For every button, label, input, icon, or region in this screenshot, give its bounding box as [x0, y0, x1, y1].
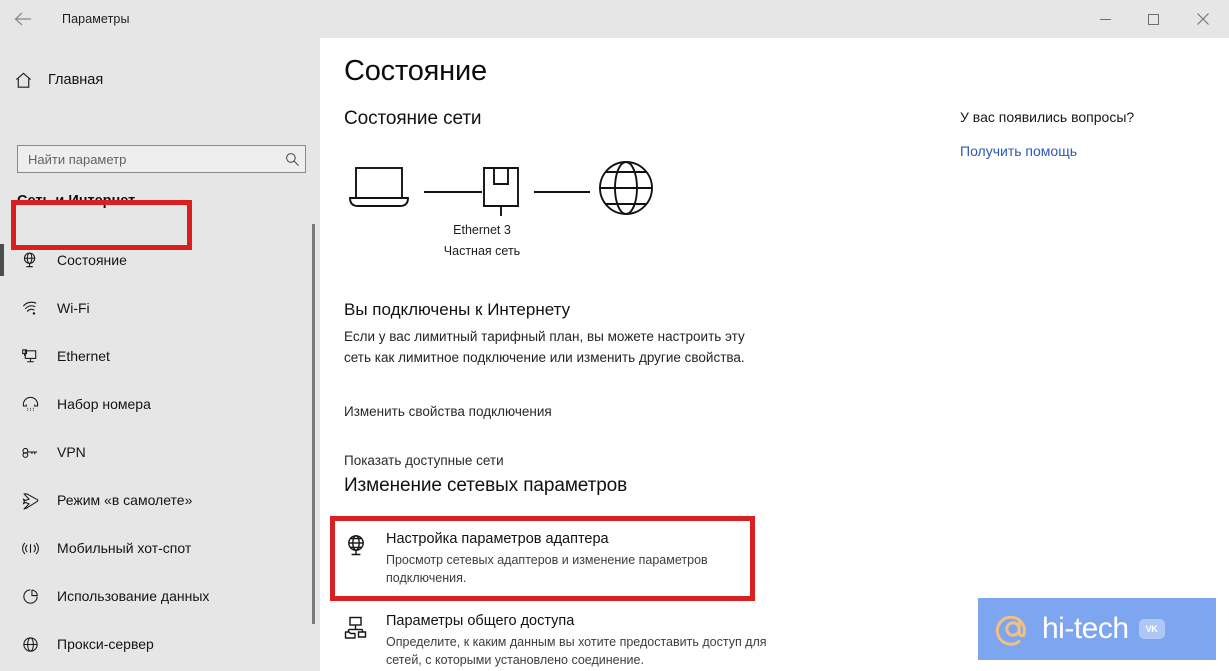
sidebar-item-mobile-hotspot[interactable]: Мобильный хот-спот [0, 524, 320, 572]
minimize-button[interactable] [1081, 0, 1129, 38]
dialup-phone-icon [14, 395, 46, 414]
main-content: Состояние Состояние сети Ethernet 3 Част… [320, 38, 1229, 671]
page-title: Состояние [344, 55, 487, 87]
wifi-icon [14, 299, 46, 318]
network-type-label: Частная сеть [443, 244, 521, 258]
hotspot-icon [14, 539, 46, 558]
sidebar-scrollbar[interactable] [312, 224, 315, 624]
option-subtitle: Просмотр сетевых адаптеров и изменение п… [386, 553, 708, 585]
sidebar-item-label: Wi-Fi [57, 300, 90, 316]
close-button[interactable] [1177, 0, 1229, 38]
adapter-settings-option[interactable]: Настройка параметров адаптера Просмотр с… [344, 529, 784, 587]
title-bar-left: Параметры [0, 0, 130, 38]
back-button[interactable] [0, 0, 46, 38]
sidebar-item-airplane-mode[interactable]: Режим «в самолете» [0, 476, 320, 524]
search-input[interactable] [18, 151, 279, 167]
adapter-name-label: Ethernet 3 [453, 223, 511, 237]
airplane-icon [14, 491, 46, 510]
watermark-badge: hi-tech VK [978, 598, 1216, 660]
sidebar-item-label: Использование данных [57, 588, 210, 604]
sidebar-item-label: Состояние [57, 252, 127, 268]
globe-icon [14, 635, 46, 654]
network-settings-heading: Изменение сетевых параметров [344, 475, 628, 496]
sidebar: Главная Сеть и Интернет [0, 38, 320, 671]
connection-status-heading: Вы подключены к Интернету [344, 300, 571, 319]
sidebar-item-proxy[interactable]: Прокси-сервер [0, 620, 320, 668]
sharing-folder-icon [344, 611, 386, 641]
network-status-heading: Состояние сети [344, 108, 482, 129]
help-title: У вас появились вопросы? [960, 109, 1135, 125]
home-icon [0, 71, 46, 90]
close-icon [1197, 13, 1209, 25]
network-diagram: Ethernet 3 Частная сеть [342, 156, 662, 276]
get-help-link[interactable]: Получить помощь [960, 141, 1210, 161]
sidebar-item-label: VPN [57, 444, 86, 460]
window-title: Параметры [62, 12, 130, 26]
search-icon[interactable] [279, 152, 305, 167]
show-available-networks-link[interactable]: Показать доступные сети [344, 453, 504, 468]
laptop-icon [349, 167, 409, 207]
adapter-settings-text: Настройка параметров адаптера Просмотр с… [386, 529, 786, 587]
sidebar-item-ethernet[interactable]: Ethernet [0, 332, 320, 380]
watermark-text: hi-tech [1042, 612, 1129, 645]
maximize-icon [1147, 13, 1159, 25]
sharing-options-text: Параметры общего доступа Определите, к к… [386, 611, 786, 669]
at-sign-icon [994, 610, 1032, 648]
ethernet-monitor-icon [14, 347, 46, 366]
ethernet-port-icon [483, 167, 519, 216]
vk-logo-icon: VK [1138, 619, 1165, 639]
sidebar-item-label: Прокси-сервер [57, 636, 154, 652]
vpn-key-icon [14, 443, 46, 462]
sidebar-item-vpn[interactable]: VPN [0, 428, 320, 476]
sharing-options-option[interactable]: Параметры общего доступа Определите, к к… [344, 611, 784, 669]
back-arrow-icon [13, 11, 33, 27]
selection-indicator [0, 244, 4, 276]
sidebar-item-label: Ethernet [57, 348, 110, 364]
globe-icon [599, 161, 653, 215]
option-title: Настройка параметров адаптера [386, 531, 609, 547]
home-label: Главная [48, 72, 104, 88]
globe-monitor-icon [14, 251, 46, 270]
sidebar-nav: Состояние Wi-Fi Ethernet Набор номера VP… [0, 236, 320, 668]
change-connection-properties-link[interactable]: Изменить свойства подключения [344, 404, 552, 419]
help-panel: У вас появились вопросы? Получить помощь [960, 106, 1210, 161]
sidebar-item-data-usage[interactable]: Использование данных [0, 572, 320, 620]
sidebar-item-home[interactable]: Главная [0, 60, 320, 100]
window-controls [1081, 0, 1229, 38]
sidebar-item-label: Мобильный хот-спот [57, 540, 192, 556]
connection-description: Если у вас лимитный тарифный план, вы мо… [344, 329, 745, 365]
data-usage-pie-icon [14, 587, 46, 606]
sidebar-section-title: Сеть и Интернет [17, 193, 136, 209]
option-subtitle: Определите, к каким данным вы хотите пре… [386, 635, 767, 667]
search-box[interactable] [17, 145, 306, 173]
network-adapter-icon [344, 529, 386, 559]
title-bar: Параметры [0, 0, 1229, 38]
sidebar-item-wifi[interactable]: Wi-Fi [0, 284, 320, 332]
maximize-button[interactable] [1129, 0, 1177, 38]
sidebar-item-label: Набор номера [57, 396, 151, 412]
sidebar-item-label: Режим «в самолете» [57, 492, 193, 508]
settings-window: Параметры Главная Найти параметр Сеть и … [0, 0, 1229, 671]
sidebar-item-dialup[interactable]: Набор номера [0, 380, 320, 428]
minimize-icon [1099, 14, 1111, 25]
sidebar-item-status[interactable]: Состояние [0, 236, 320, 284]
option-title: Параметры общего доступа [386, 613, 575, 629]
